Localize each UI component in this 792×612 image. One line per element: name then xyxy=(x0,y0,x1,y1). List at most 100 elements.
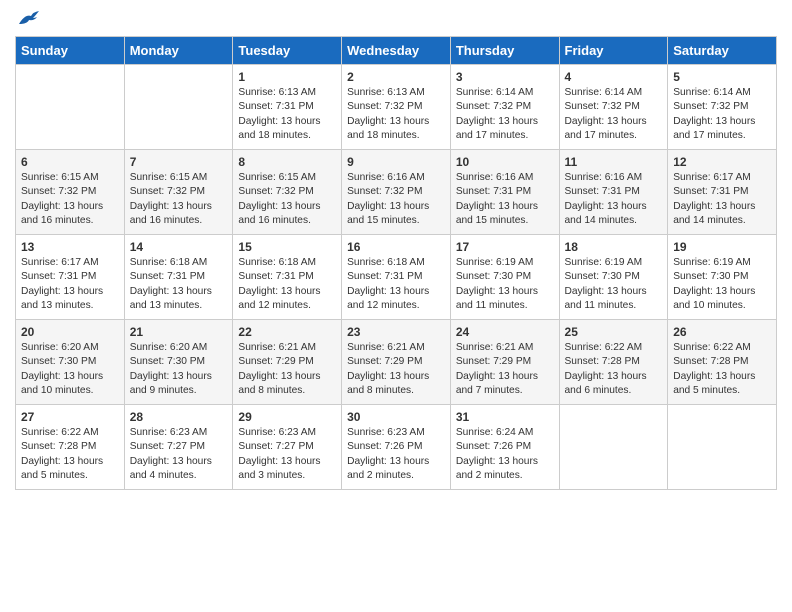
calendar-cell: 16 Sunrise: 6:18 AM Sunset: 7:31 PM Dayli… xyxy=(342,235,451,320)
day-number: 24 xyxy=(456,325,554,339)
calendar-cell: 31Sunrise: 6:24 AM Sunset: 7:26 PM Dayli… xyxy=(450,405,559,490)
day-info: Sunrise: 6:16 AM Sunset: 7:32 PM Dayligh… xyxy=(347,171,445,228)
day-number: 7 xyxy=(130,155,228,169)
header-day-tuesday: Tuesday xyxy=(233,37,342,65)
calendar-cell: 13 Sunrise: 6:17 AM Sunset: 7:31 PM Dayli… xyxy=(16,235,125,320)
day-number: 23 xyxy=(347,325,445,339)
calendar-cell: 18Sunrise: 6:19 AM Sunset: 7:30 PM Dayli… xyxy=(559,235,668,320)
calendar-cell: 23 Sunrise: 6:21 AM Sunset: 7:29 PM Dayli… xyxy=(342,320,451,405)
day-number: 13 xyxy=(21,240,119,254)
day-info: Sunrise: 6:18 AM Sunset: 7:31 PM Dayligh… xyxy=(238,256,336,313)
calendar-table: SundayMondayTuesdayWednesdayThursdayFrid… xyxy=(15,36,777,490)
day-info: Sunrise: 6:15 AM Sunset: 7:32 PM Dayligh… xyxy=(130,171,228,228)
day-number: 18 xyxy=(565,240,663,254)
calendar-cell: 3Sunrise: 6:14 AM Sunset: 7:32 PM Daylig… xyxy=(450,65,559,150)
calendar-week-2: 6 Sunrise: 6:15 AM Sunset: 7:32 PM Daylig… xyxy=(16,150,777,235)
day-info: Sunrise: 6:17 AM Sunset: 7:31 PM Dayligh… xyxy=(21,256,119,313)
day-number: 30 xyxy=(347,410,445,424)
day-number: 12 xyxy=(673,155,771,169)
day-info: Sunrise: 6:21 AM Sunset: 7:29 PM Dayligh… xyxy=(238,341,336,398)
day-info: Sunrise: 6:14 AM Sunset: 7:32 PM Dayligh… xyxy=(456,86,554,143)
day-number: 22 xyxy=(238,325,336,339)
calendar-cell: 19Sunrise: 6:19 AM Sunset: 7:30 PM Dayli… xyxy=(668,235,777,320)
day-info: Sunrise: 6:13 AM Sunset: 7:31 PM Dayligh… xyxy=(238,86,336,143)
day-number: 1 xyxy=(238,70,336,84)
calendar-cell xyxy=(16,65,125,150)
calendar-cell: 28 Sunrise: 6:23 AM Sunset: 7:27 PM Dayli… xyxy=(124,405,233,490)
calendar-cell xyxy=(668,405,777,490)
day-info: Sunrise: 6:17 AM Sunset: 7:31 PM Dayligh… xyxy=(673,171,771,228)
calendar-cell: 26 Sunrise: 6:22 AM Sunset: 7:28 PM Dayli… xyxy=(668,320,777,405)
day-info: Sunrise: 6:18 AM Sunset: 7:31 PM Dayligh… xyxy=(130,256,228,313)
calendar-cell: 27Sunrise: 6:22 AM Sunset: 7:28 PM Dayli… xyxy=(16,405,125,490)
day-info: Sunrise: 6:23 AM Sunset: 7:27 PM Dayligh… xyxy=(238,426,336,483)
day-number: 26 xyxy=(673,325,771,339)
calendar-week-4: 20 Sunrise: 6:20 AM Sunset: 7:30 PM Dayli… xyxy=(16,320,777,405)
calendar-cell: 22 Sunrise: 6:21 AM Sunset: 7:29 PM Dayli… xyxy=(233,320,342,405)
day-number: 29 xyxy=(238,410,336,424)
day-info: Sunrise: 6:22 AM Sunset: 7:28 PM Dayligh… xyxy=(673,341,771,398)
day-number: 21 xyxy=(130,325,228,339)
header-day-monday: Monday xyxy=(124,37,233,65)
day-info: Sunrise: 6:19 AM Sunset: 7:30 PM Dayligh… xyxy=(673,256,771,313)
day-info: Sunrise: 6:14 AM Sunset: 7:32 PM Dayligh… xyxy=(673,86,771,143)
calendar-cell: 2 Sunrise: 6:13 AM Sunset: 7:32 PM Daylig… xyxy=(342,65,451,150)
day-info: Sunrise: 6:16 AM Sunset: 7:31 PM Dayligh… xyxy=(565,171,663,228)
day-number: 9 xyxy=(347,155,445,169)
calendar-week-3: 13 Sunrise: 6:17 AM Sunset: 7:31 PM Dayli… xyxy=(16,235,777,320)
calendar-cell xyxy=(124,65,233,150)
day-number: 16 xyxy=(347,240,445,254)
day-number: 14 xyxy=(130,240,228,254)
day-number: 15 xyxy=(238,240,336,254)
day-number: 28 xyxy=(130,410,228,424)
calendar-cell: 4Sunrise: 6:14 AM Sunset: 7:32 PM Daylig… xyxy=(559,65,668,150)
day-info: Sunrise: 6:16 AM Sunset: 7:31 PM Dayligh… xyxy=(456,171,554,228)
header-day-friday: Friday xyxy=(559,37,668,65)
day-info: Sunrise: 6:20 AM Sunset: 7:30 PM Dayligh… xyxy=(21,341,119,398)
calendar-cell: 5 Sunrise: 6:14 AM Sunset: 7:32 PM Daylig… xyxy=(668,65,777,150)
calendar-cell: 6 Sunrise: 6:15 AM Sunset: 7:32 PM Daylig… xyxy=(16,150,125,235)
day-number: 25 xyxy=(565,325,663,339)
day-info: Sunrise: 6:20 AM Sunset: 7:30 PM Dayligh… xyxy=(130,341,228,398)
calendar-header-row: SundayMondayTuesdayWednesdayThursdayFrid… xyxy=(16,37,777,65)
header-day-saturday: Saturday xyxy=(668,37,777,65)
calendar-cell: 10 Sunrise: 6:16 AM Sunset: 7:31 PM Dayli… xyxy=(450,150,559,235)
day-info: Sunrise: 6:21 AM Sunset: 7:29 PM Dayligh… xyxy=(456,341,554,398)
day-number: 5 xyxy=(673,70,771,84)
calendar-cell: 8 Sunrise: 6:15 AM Sunset: 7:32 PM Daylig… xyxy=(233,150,342,235)
day-info: Sunrise: 6:19 AM Sunset: 7:30 PM Dayligh… xyxy=(456,256,554,313)
day-info: Sunrise: 6:21 AM Sunset: 7:29 PM Dayligh… xyxy=(347,341,445,398)
calendar-cell: 1 Sunrise: 6:13 AM Sunset: 7:31 PM Daylig… xyxy=(233,65,342,150)
calendar-cell: 20 Sunrise: 6:20 AM Sunset: 7:30 PM Dayli… xyxy=(16,320,125,405)
calendar-body: 1 Sunrise: 6:13 AM Sunset: 7:31 PM Daylig… xyxy=(16,65,777,490)
calendar-cell: 7 Sunrise: 6:15 AM Sunset: 7:32 PM Daylig… xyxy=(124,150,233,235)
calendar-cell: 21 Sunrise: 6:20 AM Sunset: 7:30 PM Dayli… xyxy=(124,320,233,405)
calendar-cell: 14 Sunrise: 6:18 AM Sunset: 7:31 PM Dayli… xyxy=(124,235,233,320)
calendar-cell: 30 Sunrise: 6:23 AM Sunset: 7:26 PM Dayli… xyxy=(342,405,451,490)
day-number: 6 xyxy=(21,155,119,169)
day-number: 17 xyxy=(456,240,554,254)
day-number: 10 xyxy=(456,155,554,169)
day-number: 11 xyxy=(565,155,663,169)
calendar-cell: 24 Sunrise: 6:21 AM Sunset: 7:29 PM Dayli… xyxy=(450,320,559,405)
header-day-sunday: Sunday xyxy=(16,37,125,65)
day-info: Sunrise: 6:22 AM Sunset: 7:28 PM Dayligh… xyxy=(565,341,663,398)
day-info: Sunrise: 6:15 AM Sunset: 7:32 PM Dayligh… xyxy=(238,171,336,228)
calendar-cell xyxy=(559,405,668,490)
logo-bird-icon xyxy=(17,10,39,28)
day-info: Sunrise: 6:15 AM Sunset: 7:32 PM Dayligh… xyxy=(21,171,119,228)
day-number: 31 xyxy=(456,410,554,424)
day-number: 27 xyxy=(21,410,119,424)
calendar-cell: 15 Sunrise: 6:18 AM Sunset: 7:31 PM Dayli… xyxy=(233,235,342,320)
day-info: Sunrise: 6:13 AM Sunset: 7:32 PM Dayligh… xyxy=(347,86,445,143)
day-info: Sunrise: 6:23 AM Sunset: 7:26 PM Dayligh… xyxy=(347,426,445,483)
day-number: 20 xyxy=(21,325,119,339)
day-info: Sunrise: 6:23 AM Sunset: 7:27 PM Dayligh… xyxy=(130,426,228,483)
calendar-week-5: 27Sunrise: 6:22 AM Sunset: 7:28 PM Dayli… xyxy=(16,405,777,490)
calendar-week-1: 1 Sunrise: 6:13 AM Sunset: 7:31 PM Daylig… xyxy=(16,65,777,150)
calendar-cell: 11 Sunrise: 6:16 AM Sunset: 7:31 PM Dayli… xyxy=(559,150,668,235)
calendar-cell: 17 Sunrise: 6:19 AM Sunset: 7:30 PM Dayli… xyxy=(450,235,559,320)
day-number: 2 xyxy=(347,70,445,84)
day-number: 8 xyxy=(238,155,336,169)
day-info: Sunrise: 6:18 AM Sunset: 7:31 PM Dayligh… xyxy=(347,256,445,313)
